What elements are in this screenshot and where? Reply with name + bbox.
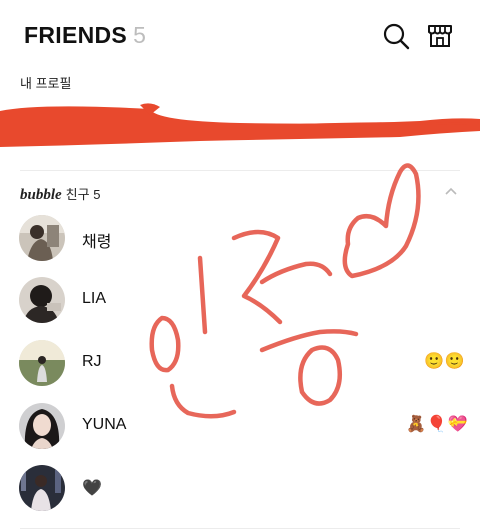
bubble-friends-label: 친구 5 bbox=[65, 187, 101, 202]
app-header: FRIENDS 5 bbox=[0, 0, 480, 70]
friend-row-4[interactable]: YUNA 🧸🎈💝 bbox=[0, 398, 480, 454]
avatar bbox=[19, 403, 65, 449]
bubble-brand: bubble bbox=[20, 187, 62, 203]
friend-row-3[interactable]: RJ 🙂🙂 bbox=[0, 335, 480, 391]
avatar bbox=[19, 215, 65, 261]
search-button[interactable] bbox=[382, 22, 410, 50]
friend-name: YUNA bbox=[82, 416, 127, 433]
friend-row-2[interactable]: LIA bbox=[0, 272, 480, 328]
friend-row-5[interactable]: 🖤 bbox=[0, 460, 480, 516]
bottom-divider bbox=[20, 528, 460, 529]
profile-stickers: 🙂🙂 bbox=[424, 353, 466, 370]
avatar bbox=[19, 465, 65, 511]
shop-icon bbox=[428, 25, 452, 47]
avatar bbox=[19, 277, 65, 323]
redaction-stroke bbox=[0, 103, 480, 147]
avatar bbox=[19, 340, 65, 386]
friend-name: LIA bbox=[82, 290, 107, 307]
my-profile-label: 내 프로필 bbox=[20, 76, 72, 91]
friends-count: 5 bbox=[133, 22, 147, 48]
friend-name: RJ bbox=[82, 353, 102, 370]
friend-name: 🖤 bbox=[82, 480, 102, 497]
shop-button[interactable] bbox=[426, 22, 454, 50]
friend-name: 채령 bbox=[82, 234, 112, 251]
chevron-up-icon[interactable] bbox=[444, 186, 458, 196]
bubble-friends-header: bubble 친구 5 bbox=[20, 184, 100, 204]
page-title-text: FRIENDS bbox=[24, 22, 128, 48]
page-title: FRIENDS 5 bbox=[24, 22, 146, 49]
profile-stickers: 🧸🎈💝 bbox=[406, 416, 469, 433]
friend-row-1[interactable]: 채령 bbox=[0, 210, 480, 266]
search-icon bbox=[383, 23, 410, 50]
section-divider bbox=[20, 170, 460, 171]
